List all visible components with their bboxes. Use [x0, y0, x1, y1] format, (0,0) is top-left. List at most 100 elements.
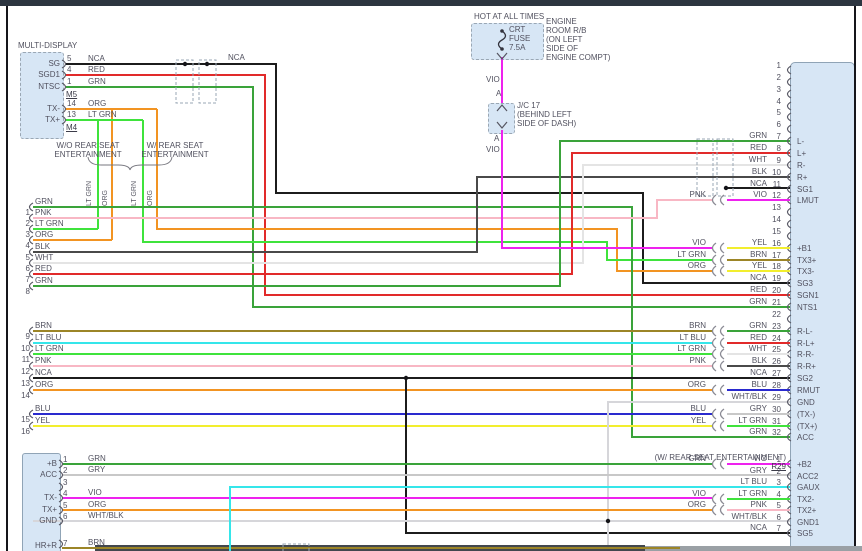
right-pin-number-13: 13	[759, 203, 781, 212]
connector-ref-m4[interactable]: M4	[66, 123, 77, 132]
wire-color-label: BRN	[648, 321, 706, 330]
wire-color-label: PNK	[712, 500, 767, 509]
bottom-left-pin-number-4: 4	[63, 489, 67, 498]
bottom-left-pin-number-6: 6	[63, 512, 67, 521]
left-pin-terminal-12	[30, 362, 34, 370]
wire-color-label: VIO	[712, 454, 767, 463]
wire-color-label: GRN	[35, 276, 53, 285]
splice-dot	[404, 376, 408, 380]
right-pin-name-SG1: SG1	[797, 185, 813, 194]
wire-color-label: GRN	[712, 297, 767, 306]
wire-color-label: LT GRN	[88, 110, 117, 119]
right-pin-name-R-L+: R-L+	[797, 339, 815, 348]
left-pin-terminal-4	[30, 236, 34, 244]
wire-color-label: GRN	[88, 454, 106, 463]
splice-dot	[183, 62, 187, 66]
multi-display-title: MULTI-DISPLAY	[18, 41, 77, 50]
left-pin-terminal-5	[30, 248, 34, 256]
right-pin-number-4: 4	[759, 97, 781, 106]
wire-color-label: YEL	[712, 238, 767, 247]
bottom-left-pin-number-5: 5	[63, 501, 67, 510]
left-pin-number-1: 1	[10, 208, 30, 217]
right-lower-pin-name-ACC2: ACC2	[797, 472, 818, 481]
multi-display-pin-name-SGD1: SGD1	[28, 70, 60, 79]
wire-color-label: YEL	[712, 261, 767, 270]
right-pin-name-GND: GND	[797, 398, 815, 407]
multi-display-pin-name-SG: SG	[28, 59, 60, 68]
right-pin-number-6: 6	[759, 120, 781, 129]
right-lower-pin-name-GAUX: GAUX	[797, 483, 820, 492]
left-pin-terminal-13	[30, 374, 34, 382]
vertical-wire-label-ltgrn-2: LT GRN	[131, 162, 138, 206]
wire-color-label: ORG	[648, 261, 706, 270]
wire-color-label: GRY	[88, 465, 105, 474]
left-pin-number-8: 8	[10, 287, 30, 296]
multi-display-pin-number-14: 14	[67, 99, 76, 108]
wire-color-label: PNK	[648, 356, 706, 365]
right-pin-name-R-R-: R-R-	[797, 350, 814, 359]
wire-color-label: BLU	[712, 380, 767, 389]
left-pin-number-4: 4	[10, 241, 30, 250]
wire-color-label: LT GRN	[712, 489, 767, 498]
wire-color-label: VIO	[712, 190, 767, 199]
wire-color-label: YEL	[648, 416, 706, 425]
with-rear-seat-label: W/ REAR SEAT ENTERTAINMENT	[137, 141, 213, 159]
bottom-left-pin-number-3: 3	[63, 478, 67, 487]
inline-connector-box	[697, 139, 713, 196]
hot-at-all-times-label: HOT AT ALL TIMES	[474, 12, 544, 21]
bottom-left-pin-name-TX+: TX+	[25, 505, 57, 514]
window-bottom-bar	[95, 545, 645, 551]
splice-dot	[205, 62, 209, 66]
connector-ref-m5[interactable]: M5	[66, 90, 77, 99]
wire-color-label: LT GRN	[712, 416, 767, 425]
wire-org	[157, 109, 712, 271]
wire-color-label: NCA	[712, 273, 767, 282]
wire-color-label: VIO	[648, 489, 706, 498]
right-pin-number-2: 2	[759, 73, 781, 82]
fuse-label: CRT FUSE 7.5A	[509, 25, 530, 52]
left-pin-number-9: 9	[10, 332, 30, 341]
wire-color-nca-continuation: NCA	[228, 53, 245, 62]
right-pin-number-14: 14	[759, 215, 781, 224]
wire-color-label: NCA	[35, 368, 52, 377]
wire-color-label: NCA	[712, 368, 767, 377]
left-pin-terminal-1	[30, 203, 34, 211]
left-pin-number-10: 10	[10, 344, 30, 353]
wire-color-label: WHT	[35, 253, 53, 262]
right-lower-pin-name-SG5: SG5	[797, 529, 813, 538]
wire-color-label: BLK	[712, 356, 767, 365]
left-pin-terminal-15	[30, 410, 34, 418]
wire-color-label: WHT/BLK	[712, 512, 767, 521]
wire-color-label: RED	[88, 65, 105, 74]
diagram-left-border	[6, 6, 8, 551]
fuse-location-label: ENGINE ROOM R/B (ON LEFT SIDE OF ENGINE …	[546, 17, 610, 62]
wire-color-label: BLK	[712, 167, 767, 176]
terminal-tag-a-lower: A	[494, 134, 499, 143]
left-pin-terminal-2	[30, 214, 34, 222]
bottom-left-pin-number-1: 1	[63, 455, 67, 464]
multi-display-pin-number-4: 4	[67, 65, 71, 74]
left-pin-number-6: 6	[10, 264, 30, 273]
right-lower-pin-name-+B2: +B2	[797, 460, 811, 469]
wire-color-label: GRY	[712, 404, 767, 413]
left-pin-number-16: 16	[10, 427, 30, 436]
wire-color-label: LT BLU	[712, 477, 767, 486]
window-top-bar	[0, 0, 862, 6]
left-pin-terminal-14	[30, 386, 34, 394]
wire-color-label: ORG	[88, 99, 106, 108]
wire-color-label: NCA	[712, 179, 767, 188]
right-lower-pin-name-GND1: GND1	[797, 518, 819, 527]
left-pin-number-5: 5	[10, 253, 30, 262]
window-bottom-scrollbar[interactable]	[645, 546, 862, 551]
diagram-right-border	[854, 6, 856, 551]
right-pin-number-1: 1	[759, 61, 781, 70]
vertical-wire-label-org-2: ORG	[147, 162, 154, 206]
wire-color-label: GRN	[648, 454, 706, 463]
wire-color-label: WHT	[712, 344, 767, 353]
left-pin-number-2: 2	[10, 219, 30, 228]
wire-color-label: NCA	[712, 523, 767, 532]
right-pin-name-TX-: (TX-)	[797, 410, 815, 419]
right-pin-name-RMUT: RMUT	[797, 386, 820, 395]
wire-color-label: RED	[35, 264, 52, 273]
bottom-left-pin-number-2: 2	[63, 466, 67, 475]
